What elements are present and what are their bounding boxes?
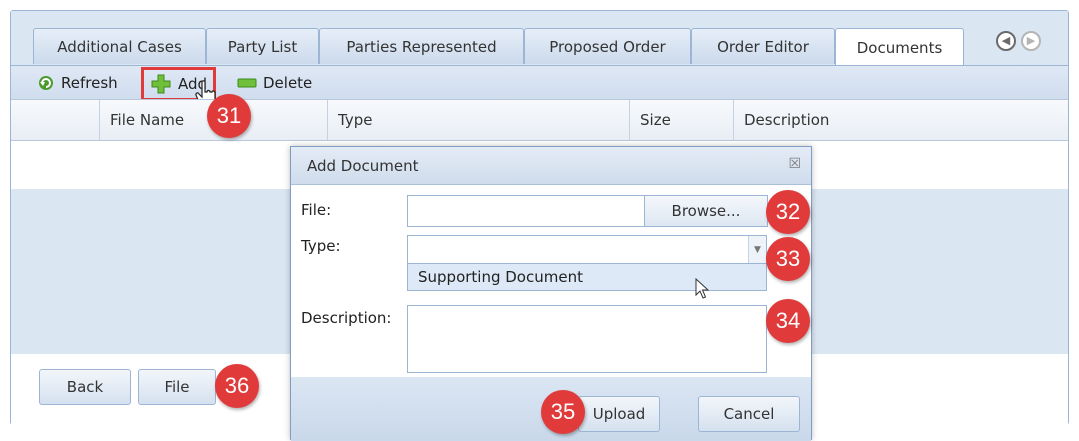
cancel-label: Cancel <box>723 405 775 423</box>
file-label: File <box>164 378 190 396</box>
minus-icon <box>237 78 257 88</box>
type-dropdown-option[interactable]: Supporting Document <box>407 263 767 291</box>
column-label: Type <box>338 111 373 129</box>
step-callout: 36 <box>215 364 259 408</box>
column-label: Description <box>744 111 830 129</box>
close-icon[interactable]: ☒ <box>788 156 801 172</box>
toolbar: Refresh Add Delete <box>11 65 1068 107</box>
plus-icon <box>151 74 171 94</box>
column-label: Size <box>640 111 671 129</box>
grid-header: File Name Type Size Description <box>11 99 1068 141</box>
tab-label: Proposed Order <box>549 37 666 56</box>
browse-label: Browse... <box>671 202 741 220</box>
refresh-button[interactable]: Refresh <box>33 69 122 97</box>
column-size[interactable]: Size <box>629 100 733 140</box>
file-path-input[interactable] <box>407 195 645 227</box>
tab-party-list[interactable]: Party List <box>206 28 319 64</box>
tab-label: Additional Cases <box>57 37 182 56</box>
dropdown-option-label: Supporting Document <box>418 268 583 286</box>
step-callout: 32 <box>766 190 810 234</box>
column-type[interactable]: Type <box>327 100 629 140</box>
browse-button[interactable]: Browse... <box>644 195 768 227</box>
tab-label: Parties Represented <box>346 37 497 56</box>
refresh-icon <box>39 76 53 90</box>
tab-label: Documents <box>856 38 943 57</box>
tab-proposed-order[interactable]: Proposed Order <box>524 28 691 64</box>
file-button[interactable]: File <box>138 369 216 405</box>
dialog-title-bar: Add Document ☒ <box>291 147 811 185</box>
step-callout: 31 <box>207 94 251 138</box>
type-select[interactable]: ▼ <box>407 235 767 265</box>
cancel-button[interactable]: Cancel <box>698 396 800 432</box>
file-field-label: File: <box>301 201 332 219</box>
dialog-title: Add Document <box>307 156 419 175</box>
column-label: File Name <box>110 111 185 129</box>
column-description[interactable]: Description <box>733 100 1069 140</box>
description-field-label: Description: <box>301 309 392 327</box>
delete-label: Delete <box>263 74 313 92</box>
refresh-label: Refresh <box>61 74 118 92</box>
step-callout: 34 <box>766 299 810 343</box>
step-callout: 33 <box>766 237 810 281</box>
chevron-right-circle-icon[interactable]: ▶ <box>1021 31 1041 51</box>
delete-button[interactable]: Delete <box>233 69 316 97</box>
step-callout: 35 <box>541 390 585 434</box>
description-textarea[interactable] <box>407 305 767 373</box>
chevron-down-icon[interactable]: ▼ <box>748 236 766 264</box>
tab-order-editor[interactable]: Order Editor <box>691 28 835 64</box>
upload-label: Upload <box>592 405 646 423</box>
tab-parties-represented[interactable]: Parties Represented <box>319 28 524 64</box>
tab-label: Party List <box>227 37 298 56</box>
back-button[interactable]: Back <box>39 369 131 405</box>
tab-label: Order Editor <box>717 37 809 56</box>
chevron-left-circle-icon[interactable]: ◀ <box>996 31 1016 51</box>
arrow-cursor-icon <box>695 278 710 299</box>
tab-bar: Additional Cases Party List Parties Repr… <box>11 11 1068 66</box>
back-label: Back <box>66 378 104 396</box>
upload-button[interactable]: Upload <box>578 396 660 432</box>
type-field-label: Type: <box>301 237 341 255</box>
tab-additional-cases[interactable]: Additional Cases <box>33 28 206 64</box>
tab-documents[interactable]: Documents <box>835 28 964 66</box>
